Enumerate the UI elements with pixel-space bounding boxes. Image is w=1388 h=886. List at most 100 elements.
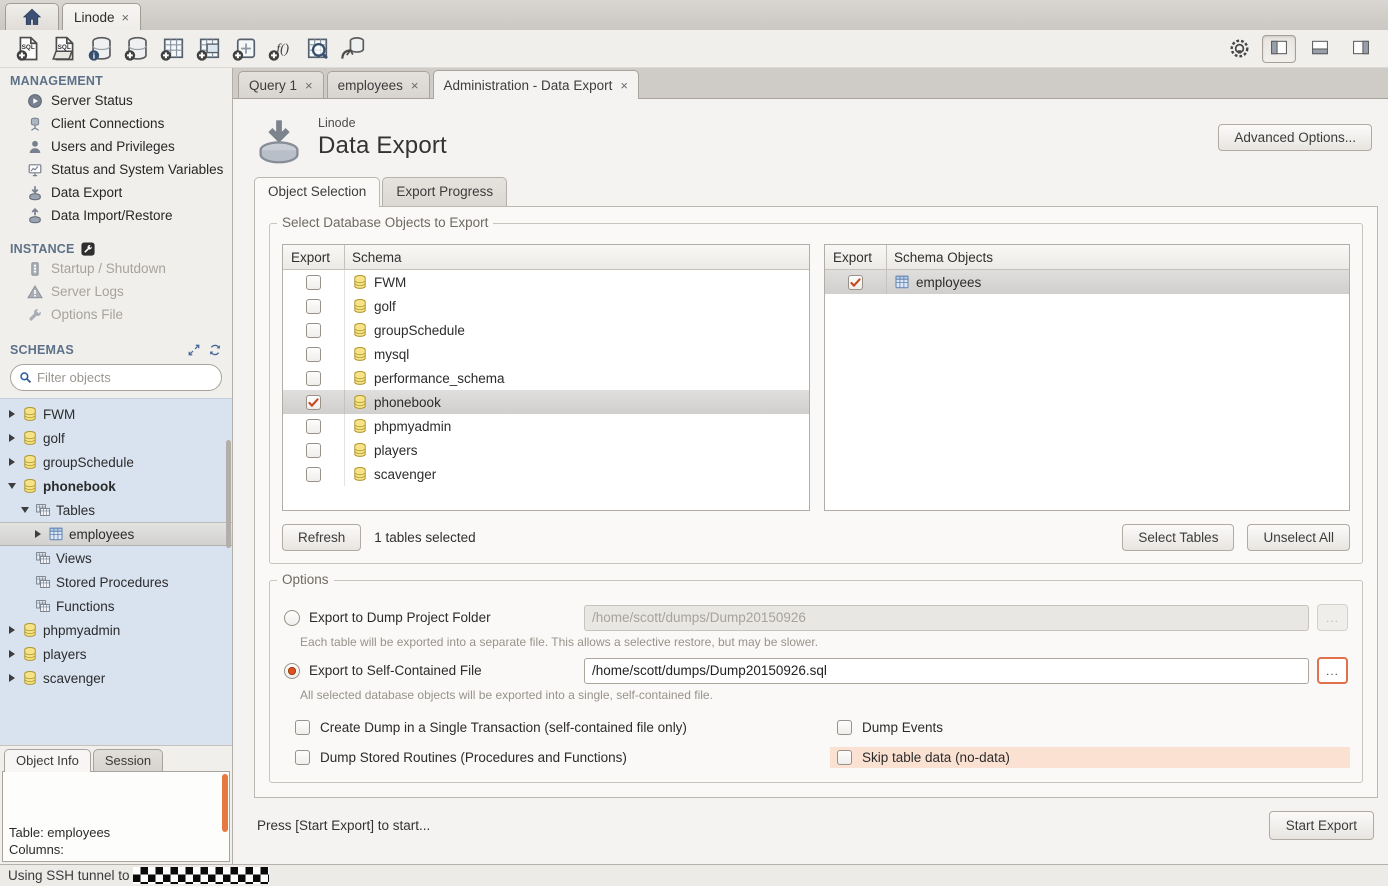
- expander-icon[interactable]: [6, 409, 17, 420]
- tree-node-fwm[interactable]: FWM: [0, 402, 232, 426]
- table-row[interactable]: employees: [825, 270, 1349, 294]
- checkbox-dump-stored-routines-procedures-and-func[interactable]: Dump Stored Routines (Procedures and Fun…: [288, 747, 816, 768]
- tree-node-phonebook[interactable]: phonebook: [0, 474, 232, 498]
- checkbox[interactable]: [837, 720, 852, 735]
- toggle-output-area-button[interactable]: [1303, 35, 1337, 63]
- tree-node-phpmyadmin[interactable]: phpmyadmin: [0, 618, 232, 642]
- table-row[interactable]: groupSchedule: [283, 318, 809, 342]
- tab-object-info[interactable]: Object Info: [4, 749, 91, 772]
- self-contained-path-input[interactable]: [584, 658, 1309, 684]
- expander-icon[interactable]: [6, 481, 17, 492]
- expander-icon[interactable]: [19, 505, 30, 516]
- close-icon[interactable]: ×: [305, 79, 313, 92]
- start-export-button[interactable]: Start Export: [1269, 811, 1374, 840]
- sidebar-item-users-and-privileges[interactable]: Users and Privileges: [0, 135, 232, 158]
- sidebar-item-data-export[interactable]: Data Export: [0, 181, 232, 204]
- tab-export-progress[interactable]: Export Progress: [382, 177, 507, 206]
- close-icon[interactable]: ×: [620, 79, 628, 92]
- sidebar-item-options-file[interactable]: Options File: [0, 303, 232, 326]
- open-sql-script-button[interactable]: SQL: [46, 33, 82, 65]
- sidebar-item-client-connections[interactable]: Client Connections: [0, 112, 232, 135]
- tree-node-employees[interactable]: employees: [0, 522, 232, 546]
- checkbox[interactable]: [295, 720, 310, 735]
- tab-employees[interactable]: employees×: [327, 71, 430, 98]
- expander-icon[interactable]: [6, 649, 17, 660]
- export-checkbox[interactable]: [848, 275, 863, 290]
- column-header[interactable]: Export: [283, 245, 345, 269]
- expand-panel-icon[interactable]: [187, 343, 201, 357]
- column-header[interactable]: Schema Objects: [887, 245, 1349, 269]
- refresh-button[interactable]: Refresh: [282, 524, 361, 551]
- create-function-button[interactable]: f(): [262, 33, 298, 65]
- self-contained-radio[interactable]: [284, 663, 300, 679]
- tree-node-golf[interactable]: golf: [0, 426, 232, 450]
- sidebar-item-server-logs[interactable]: Server Logs: [0, 280, 232, 303]
- home-tab[interactable]: [5, 3, 59, 30]
- checkbox-dump-events[interactable]: Dump Events: [830, 717, 1350, 738]
- connection-tab-linode[interactable]: Linode ×: [62, 3, 141, 30]
- checkbox[interactable]: [837, 750, 852, 765]
- toggle-sidebar-button[interactable]: [1262, 35, 1296, 63]
- export-checkbox[interactable]: [306, 443, 321, 458]
- tree-node-tables[interactable]: Tables: [0, 498, 232, 522]
- export-checkbox[interactable]: [306, 323, 321, 338]
- new-sql-tab-button[interactable]: SQL: [10, 33, 46, 65]
- tab-object-selection[interactable]: Object Selection: [254, 177, 380, 207]
- export-checkbox[interactable]: [306, 395, 321, 410]
- table-row[interactable]: golf: [283, 294, 809, 318]
- toggle-secondary-sidebar-button[interactable]: [1344, 35, 1378, 63]
- create-schema-button[interactable]: [118, 33, 154, 65]
- sidebar-item-status-and-system-variables[interactable]: Status and System Variables: [0, 158, 232, 181]
- sidebar-item-startup-shutdown[interactable]: Startup / Shutdown: [0, 257, 232, 280]
- export-checkbox[interactable]: [306, 467, 321, 482]
- tab-administration-data-export[interactable]: Administration - Data Export×: [433, 70, 639, 99]
- expander-icon[interactable]: [6, 625, 17, 636]
- advanced-options-button[interactable]: Advanced Options...: [1218, 124, 1372, 151]
- dump-folder-radio[interactable]: [284, 610, 300, 626]
- tree-node-players[interactable]: players: [0, 642, 232, 666]
- schema-inspector-button[interactable]: i: [82, 33, 118, 65]
- tree-node-scavenger[interactable]: scavenger: [0, 666, 232, 690]
- export-checkbox[interactable]: [306, 371, 321, 386]
- tab-session[interactable]: Session: [93, 749, 163, 772]
- table-row[interactable]: performance_schema: [283, 366, 809, 390]
- table-row[interactable]: phpmyadmin: [283, 414, 809, 438]
- checkbox-create-dump-in-a-single-transaction-self[interactable]: Create Dump in a Single Transaction (sel…: [288, 717, 816, 738]
- sidebar-item-data-import-restore[interactable]: Data Import/Restore: [0, 204, 232, 227]
- export-checkbox[interactable]: [306, 419, 321, 434]
- close-icon[interactable]: ×: [411, 79, 419, 92]
- expander-icon[interactable]: [6, 433, 17, 444]
- checkbox-skip-table-data-no-data-[interactable]: Skip table data (no-data): [830, 747, 1350, 768]
- unselect-all-button[interactable]: Unselect All: [1247, 524, 1350, 551]
- tree-node-stored-procedures[interactable]: Stored Procedures: [0, 570, 232, 594]
- table-row[interactable]: scavenger: [283, 462, 809, 486]
- object-info-scrollbar[interactable]: [222, 774, 228, 832]
- search-table-data-button[interactable]: [298, 33, 334, 65]
- select-tables-button[interactable]: Select Tables: [1122, 524, 1234, 551]
- filter-objects-input[interactable]: [37, 370, 213, 385]
- column-header[interactable]: Export: [825, 245, 887, 269]
- export-checkbox[interactable]: [306, 299, 321, 314]
- expander-icon[interactable]: [6, 673, 17, 684]
- export-checkbox[interactable]: [306, 347, 321, 362]
- table-row[interactable]: phonebook: [283, 390, 809, 414]
- tree-node-views[interactable]: Views: [0, 546, 232, 570]
- export-checkbox[interactable]: [306, 275, 321, 290]
- create-table-button[interactable]: [154, 33, 190, 65]
- column-header[interactable]: Schema: [345, 245, 809, 269]
- preferences-button[interactable]: [1225, 35, 1253, 63]
- sidebar-item-server-status[interactable]: Server Status: [0, 89, 232, 112]
- tree-node-functions[interactable]: Functions: [0, 594, 232, 618]
- expander-icon[interactable]: [32, 529, 43, 540]
- tab-query-1[interactable]: Query 1×: [238, 71, 324, 98]
- refresh-schemas-icon[interactable]: [208, 343, 222, 357]
- create-procedure-button[interactable]: [226, 33, 262, 65]
- expander-icon[interactable]: [6, 457, 17, 468]
- checkbox[interactable]: [295, 750, 310, 765]
- reconnect-database-button[interactable]: [334, 33, 370, 65]
- create-view-button[interactable]: [190, 33, 226, 65]
- sidebar-scrollbar[interactable]: [226, 440, 231, 548]
- close-icon[interactable]: ×: [122, 11, 130, 24]
- table-row[interactable]: FWM: [283, 270, 809, 294]
- tree-node-groupschedule[interactable]: groupSchedule: [0, 450, 232, 474]
